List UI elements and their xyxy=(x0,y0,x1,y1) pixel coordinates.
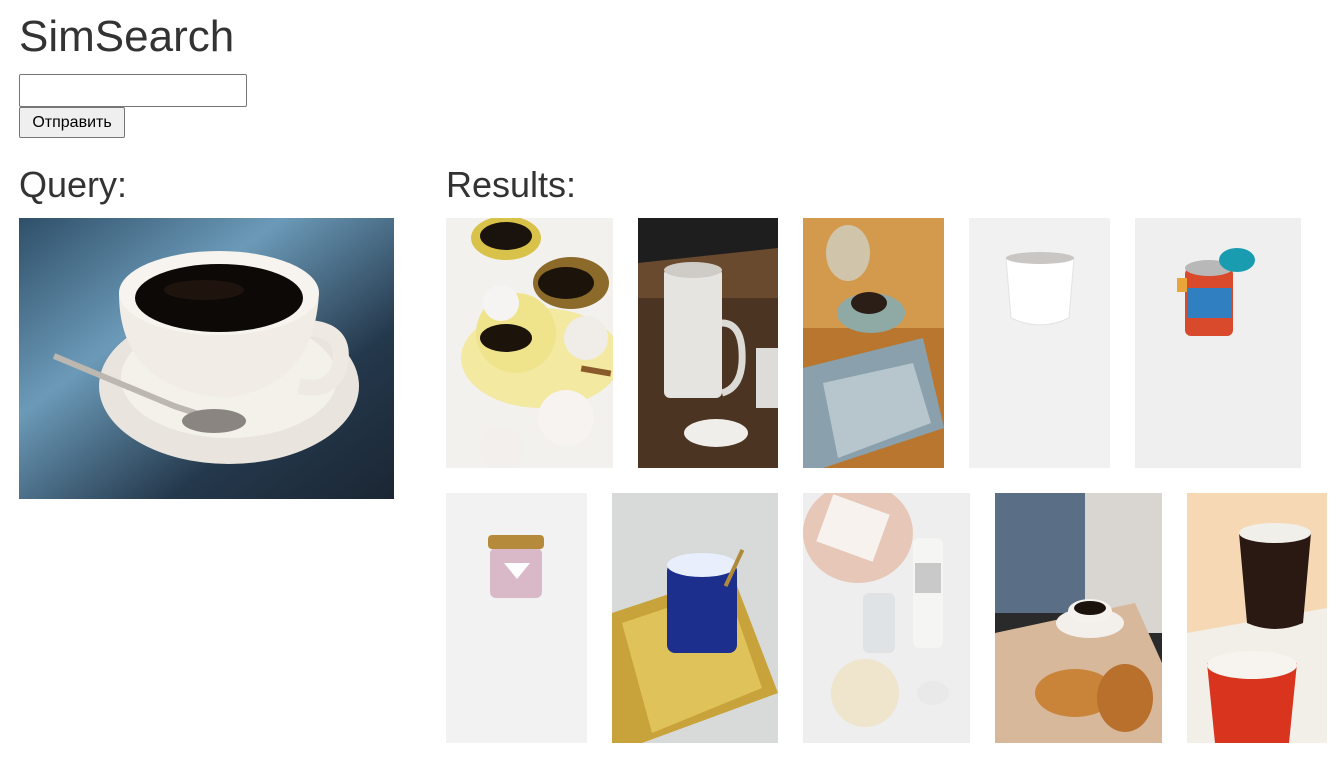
result-image-8[interactable] xyxy=(803,493,970,743)
result-image-10[interactable] xyxy=(1187,493,1327,743)
result-image-6[interactable] xyxy=(446,493,587,743)
submit-button[interactable]: Отправить xyxy=(19,107,125,138)
result-image-7[interactable] xyxy=(612,493,778,743)
result-image-2[interactable] xyxy=(638,218,778,468)
query-image xyxy=(19,218,394,499)
results-heading: Results: xyxy=(446,164,577,205)
app-title: SimSearch xyxy=(19,12,235,61)
query-heading: Query: xyxy=(19,164,128,205)
result-image-5[interactable] xyxy=(1135,218,1301,468)
result-image-9[interactable] xyxy=(995,493,1162,743)
result-image-1[interactable] xyxy=(446,218,613,468)
result-image-4[interactable] xyxy=(969,218,1110,468)
search-input[interactable] xyxy=(19,74,247,107)
result-image-3[interactable] xyxy=(803,218,944,468)
